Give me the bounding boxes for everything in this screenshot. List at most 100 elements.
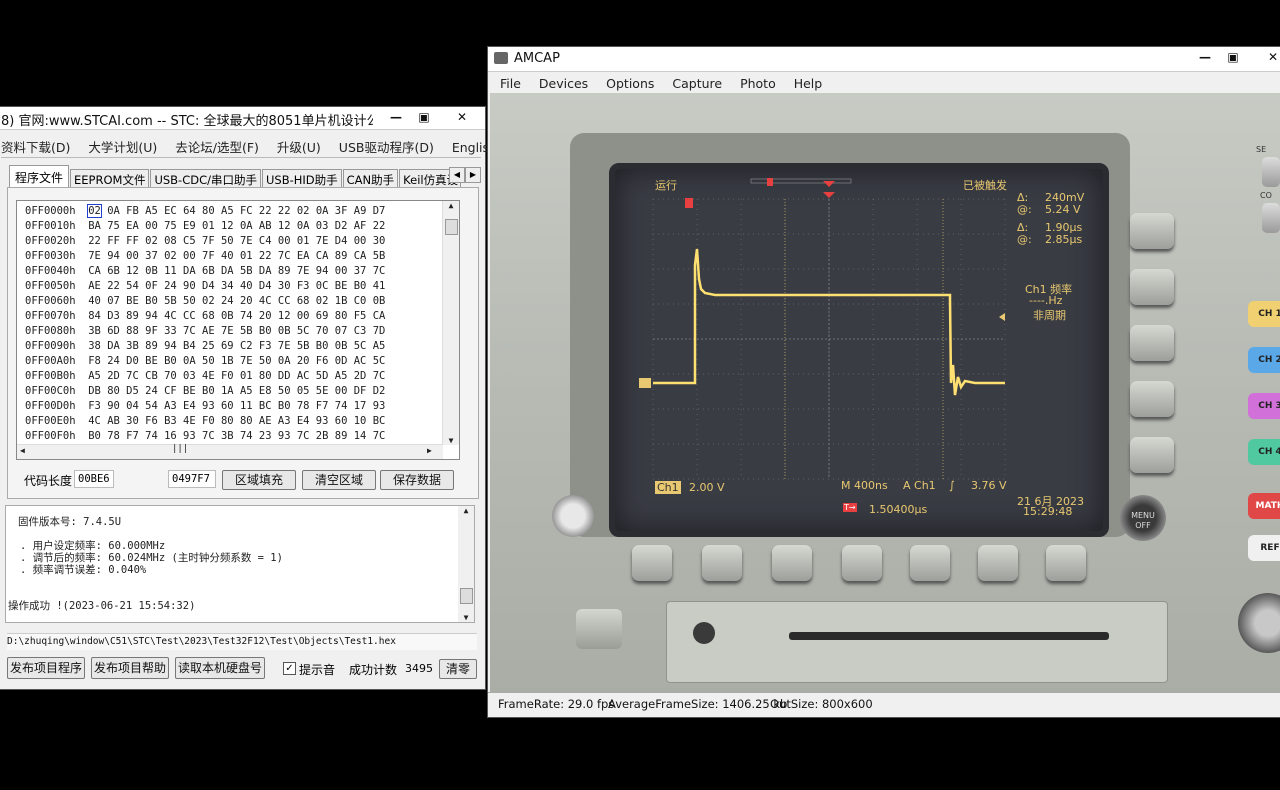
checksum-field: 0497F7 bbox=[168, 470, 216, 488]
isp-menubar: 资料下载(D) 大学计划(U) 去论坛/选型(F) 升级(U) USB驱动程序(… bbox=[1, 137, 497, 157]
maximize-button[interactable]: ▣ bbox=[1220, 49, 1246, 66]
scroll-down-icon[interactable]: ▼ bbox=[443, 436, 459, 445]
fill-region-button[interactable]: 区域填充 bbox=[222, 470, 296, 490]
side-knob-1 bbox=[1262, 157, 1280, 187]
hex-bytes: CA 6B 12 0B 11 DA 6B DA 5B DA 89 7E 94 0… bbox=[88, 265, 386, 277]
side-button-5 bbox=[1130, 437, 1174, 473]
at-label: @: bbox=[1017, 203, 1032, 216]
log-output[interactable]: 固件版本号: 7.4.5U . 用户设定频率: 60.000MHz . 调节后的… bbox=[5, 505, 475, 623]
scroll-left-icon[interactable]: ◀ bbox=[20, 446, 25, 455]
scroll-right-icon[interactable]: ▶ bbox=[427, 446, 432, 455]
camera-preview: 运行 已被触发 Δ: 240mV @: 5.24 V Δ: 1.90μs @: … bbox=[490, 93, 1280, 695]
hex-cursor-byte[interactable]: 02 bbox=[87, 204, 102, 218]
hex-address: 0FF0030h bbox=[25, 250, 76, 262]
side-button-2 bbox=[1130, 269, 1174, 305]
save-data-button[interactable]: 保存数据 bbox=[380, 470, 454, 490]
hex-address: 0FF00C0h bbox=[25, 385, 76, 397]
log-vscroll-thumb[interactable] bbox=[460, 588, 473, 604]
menu-forum[interactable]: 去论坛/选型(F) bbox=[175, 137, 259, 156]
menu-university[interactable]: 大学计划(U) bbox=[88, 137, 157, 156]
hex-hscroll-grip[interactable]: ||| bbox=[172, 444, 188, 454]
hex-row: 0FF0060h 40 07 BE B0 5B 50 02 24 20 4C C… bbox=[25, 295, 385, 310]
scope-graticule bbox=[639, 178, 1006, 480]
menu-downloads[interactable]: 资料下载(D) bbox=[1, 137, 70, 156]
hex-address: 0FF0050h bbox=[25, 280, 76, 292]
average-frame-size: AverageFrameSize: 1406.25 kb bbox=[608, 697, 788, 711]
side-button-4 bbox=[1130, 381, 1174, 417]
trigger-slope-icon: ∫ bbox=[949, 479, 955, 492]
publish-help-button[interactable]: 发布项目帮助 bbox=[91, 657, 169, 679]
ch3-button: CH 3 bbox=[1248, 393, 1280, 419]
bottom-button-5 bbox=[910, 545, 950, 581]
hex-vscroll[interactable]: ▲ ▼ bbox=[442, 201, 459, 445]
code-length-label: 代码长度 bbox=[24, 474, 73, 488]
close-button[interactable]: ✕ bbox=[1260, 49, 1280, 66]
menu-help[interactable]: Help bbox=[794, 76, 823, 91]
side-button-3 bbox=[1130, 325, 1174, 361]
minimize-button[interactable]: — bbox=[1192, 49, 1218, 66]
scroll-up-icon[interactable]: ▲ bbox=[443, 201, 459, 210]
amcap-title: AMCAP bbox=[514, 51, 560, 66]
hex-row: 0FF00C0h DB 80 D5 24 CF BE B0 1A A5 E8 5… bbox=[25, 385, 385, 400]
bottom-button-3 bbox=[772, 545, 812, 581]
hex-bytes: 84 D3 89 94 4C CC 68 0B 74 20 12 00 69 8… bbox=[88, 310, 386, 322]
hex-bytes: DB 80 D5 24 CF BE B0 1A A5 E8 50 05 5E 0… bbox=[88, 385, 386, 397]
beep-checkbox[interactable]: ✓ bbox=[283, 662, 296, 675]
hex-row: 0FF0040h CA 6B 12 0B 11 DA 6B DA 5B DA 8… bbox=[25, 265, 385, 280]
rotary-knob bbox=[1238, 593, 1280, 653]
clear-count-button[interactable]: 清零 bbox=[439, 659, 477, 679]
hex-address: 0FF00E0h bbox=[25, 415, 76, 427]
menu-photo[interactable]: Photo bbox=[740, 76, 776, 91]
menu-usb-driver[interactable]: USB驱动程序(D) bbox=[339, 137, 434, 156]
hex-address: 0FF0090h bbox=[25, 340, 76, 352]
hex-bytes: 3B 6D 88 9F 33 7C AE 7E 5B B0 0B 5C 70 0… bbox=[88, 325, 386, 337]
menu-file[interactable]: File bbox=[500, 76, 521, 91]
floppy-bay bbox=[666, 601, 1168, 683]
menu-devices[interactable]: Devices bbox=[539, 76, 588, 91]
at-label: @: bbox=[1017, 233, 1032, 246]
period-note: 非周期 bbox=[1033, 309, 1066, 322]
success-count-label: 成功计数 bbox=[349, 663, 398, 677]
bottom-button-7 bbox=[1046, 545, 1086, 581]
camera-icon bbox=[494, 52, 508, 64]
side-label-se: SE bbox=[1256, 145, 1267, 154]
hex-address: 0FF0080h bbox=[25, 325, 76, 337]
log-vscroll[interactable]: ▲ ▼ bbox=[458, 506, 474, 622]
ch1-button: CH 1 bbox=[1248, 301, 1280, 327]
close-button[interactable]: ✕ bbox=[449, 109, 475, 126]
hex-address: 0FF0020h bbox=[25, 235, 76, 247]
menu-capture[interactable]: Capture bbox=[672, 76, 722, 91]
hex-address: 0FF00D0h bbox=[25, 400, 76, 412]
log-line: 固件版本号: 7.4.5U bbox=[18, 516, 122, 528]
hex-bytes: F8 24 D0 BE B0 0A 50 1B 7E 50 0A 20 F6 0… bbox=[88, 355, 386, 367]
scroll-down-icon[interactable]: ▼ bbox=[458, 613, 474, 622]
menu-options[interactable]: Options bbox=[606, 76, 654, 91]
hex-row: 0FF0050h AE 22 54 0F 24 90 D4 34 40 D4 3… bbox=[25, 280, 385, 295]
amcap-statusbar: FrameRate: 29.0 fps AverageFrameSize: 14… bbox=[488, 692, 1280, 717]
ch1-label: Ch1 bbox=[655, 481, 681, 494]
oscilloscope-screen: 运行 已被触发 Δ: 240mV @: 5.24 V Δ: 1.90μs @: … bbox=[609, 163, 1109, 537]
hex-row: 0FF0030h 7E 94 00 37 02 00 7F 40 01 22 7… bbox=[25, 250, 385, 265]
maximize-button[interactable]: ▣ bbox=[411, 109, 437, 126]
tab-scroll-right-icon[interactable]: ▶ bbox=[465, 167, 481, 183]
hex-hscroll[interactable]: ◀ ||| ▶ bbox=[17, 444, 443, 459]
ch1-scale: 2.00 V bbox=[689, 481, 725, 494]
trigger-level: 3.76 V bbox=[971, 479, 1007, 492]
clear-region-button[interactable]: 清空区域 bbox=[302, 470, 376, 490]
read-disk-id-button[interactable]: 读取本机硬盘号 bbox=[175, 657, 265, 679]
hex-bytes: 40 07 BE B0 5B 50 02 24 20 4C CC 68 02 1… bbox=[88, 295, 386, 307]
delay-readout: 1.50400μs bbox=[869, 503, 928, 516]
menu-upgrade[interactable]: 升级(U) bbox=[277, 137, 321, 156]
ch2-button: CH 2 bbox=[1248, 347, 1280, 373]
hex-vscroll-thumb[interactable] bbox=[445, 219, 458, 235]
hex-row: 0FF00A0h F8 24 D0 BE B0 0A 50 1B 7E 50 0… bbox=[25, 355, 385, 370]
minimize-button[interactable]: — bbox=[383, 109, 409, 126]
hex-view[interactable]: ▲ ▼ ◀ ||| ▶ 0FF0000h 02 0A FB A5 EC 64 8… bbox=[16, 200, 460, 460]
at-v-readout: 5.24 V bbox=[1045, 203, 1081, 216]
tab-scroll-left-icon[interactable]: ◀ bbox=[449, 167, 465, 183]
publish-program-button[interactable]: 发布项目程序 bbox=[7, 657, 85, 679]
hex-row: 0FF00D0h F3 90 04 54 A3 E4 93 60 11 BC B… bbox=[25, 400, 385, 415]
hex-address: 0FF00B0h bbox=[25, 370, 76, 382]
beep-label: 提示音 bbox=[299, 663, 336, 677]
scroll-up-icon[interactable]: ▲ bbox=[458, 506, 474, 515]
